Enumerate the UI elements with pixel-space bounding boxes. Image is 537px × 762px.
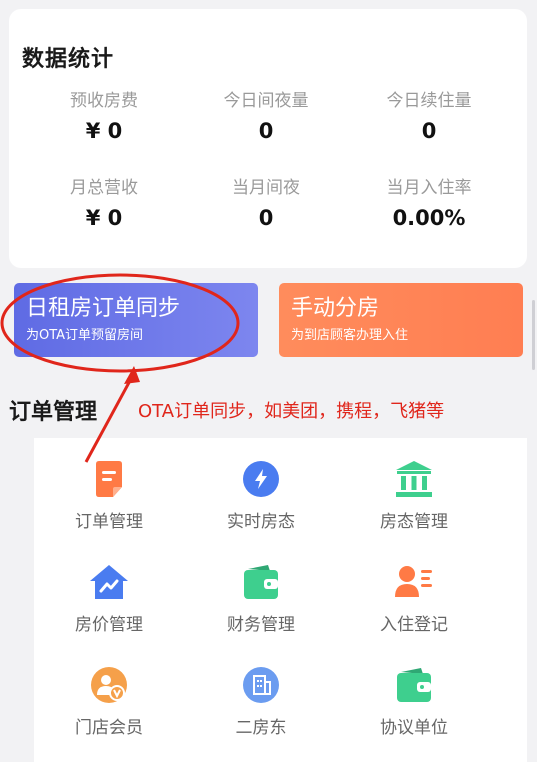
menu-item-order-management[interactable]: 订单管理 bbox=[34, 460, 184, 532]
stat-today-extended-stays: 今日续住量 0 bbox=[344, 91, 514, 144]
stat-value: 0 bbox=[258, 119, 274, 143]
menu-item-label: 订单管理 bbox=[75, 512, 143, 532]
menu-item-label: 实时房态 bbox=[227, 512, 295, 532]
menu-item-label: 门店会员 bbox=[75, 718, 143, 738]
menu-item-label: 房态管理 bbox=[380, 512, 448, 532]
action-title: 日租房订单同步 bbox=[26, 296, 181, 321]
stat-label: 预收房费 bbox=[70, 91, 138, 111]
vip-member-icon bbox=[90, 666, 128, 704]
stat-value: ¥ 0 bbox=[85, 206, 123, 230]
stats-card: 数据统计 预收房费 ¥ 0 今日间夜量 0 今日续住量 0 月总营收 ¥ 0 当… bbox=[9, 9, 527, 268]
stat-label: 今日续住量 bbox=[386, 91, 472, 111]
stat-value: 0 bbox=[421, 119, 437, 143]
stat-label: 今日间夜量 bbox=[223, 91, 309, 111]
menu-item-store-member[interactable]: 门店会员 bbox=[34, 666, 184, 738]
order-management-title: 订单管理 bbox=[9, 400, 98, 425]
stat-month-occupancy-rate: 当月入住率 0.00% bbox=[344, 178, 514, 231]
stat-month-room-nights: 当月间夜 0 bbox=[181, 178, 351, 231]
manual-room-assign-button[interactable]: 手动分房 为到店顾客办理入住 bbox=[279, 283, 523, 357]
document-icon bbox=[90, 460, 128, 498]
bank-icon bbox=[395, 460, 433, 498]
wallet-icon bbox=[395, 666, 433, 704]
menu-item-label: 房价管理 bbox=[75, 615, 143, 635]
stat-label: 月总营收 bbox=[70, 178, 138, 198]
menu-item-room-price-management[interactable]: 房价管理 bbox=[34, 563, 184, 635]
wallet-icon bbox=[242, 563, 280, 601]
action-subtitle: 为OTA订单预留房间 bbox=[26, 328, 144, 343]
stat-value: 0.00% bbox=[392, 206, 466, 230]
order-menu-grid: 订单管理 实时房态 房态管理 房价管理 财务管理 入住登记 门店会员 二房东 协… bbox=[34, 438, 527, 762]
stat-today-room-nights: 今日间夜量 0 bbox=[181, 91, 351, 144]
stat-monthly-revenue: 月总营收 ¥ 0 bbox=[19, 178, 189, 231]
stat-prepaid-room-fee: 预收房费 ¥ 0 bbox=[19, 91, 189, 144]
stat-label: 当月入住率 bbox=[386, 178, 472, 198]
menu-item-label: 入住登记 bbox=[380, 615, 448, 635]
annotation-text: OTA订单同步，如美团，携程，飞猪等 bbox=[138, 401, 445, 422]
menu-item-realtime-room-status[interactable]: 实时房态 bbox=[186, 460, 336, 532]
building-icon bbox=[242, 666, 280, 704]
stats-title: 数据统计 bbox=[22, 47, 115, 72]
menu-item-finance-management[interactable]: 财务管理 bbox=[186, 563, 336, 635]
user-card-icon bbox=[395, 563, 433, 601]
stat-value: 0 bbox=[258, 206, 274, 230]
trend-chart-icon bbox=[90, 563, 128, 601]
daily-order-sync-button[interactable]: 日租房订单同步 为OTA订单预留房间 bbox=[14, 283, 258, 357]
menu-item-agreement-unit[interactable]: 协议单位 bbox=[339, 666, 489, 738]
menu-item-room-status-management[interactable]: 房态管理 bbox=[339, 460, 489, 532]
action-subtitle: 为到店顾客办理入住 bbox=[291, 328, 409, 343]
menu-item-check-in-registration[interactable]: 入住登记 bbox=[339, 563, 489, 635]
menu-item-label: 二房东 bbox=[235, 718, 287, 738]
action-title: 手动分房 bbox=[291, 296, 380, 321]
lightning-icon bbox=[242, 460, 280, 498]
menu-item-sublandlord[interactable]: 二房东 bbox=[186, 666, 336, 738]
stat-value: ¥ 0 bbox=[85, 119, 123, 143]
menu-item-label: 财务管理 bbox=[227, 615, 295, 635]
annotation-arrow-head bbox=[124, 366, 140, 384]
menu-item-label: 协议单位 bbox=[380, 718, 448, 738]
stat-label: 当月间夜 bbox=[232, 178, 300, 198]
scrollbar[interactable] bbox=[532, 300, 535, 370]
